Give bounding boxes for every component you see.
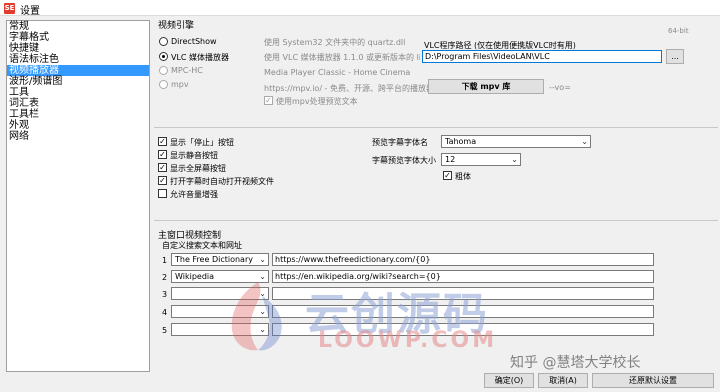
sidebar-item-general[interactable]: 常规 xyxy=(7,21,149,32)
volume-boost-label: 允许音量增强 xyxy=(170,190,218,199)
row-number: 2 xyxy=(162,273,168,282)
mpv-radio[interactable] xyxy=(159,80,168,89)
section-divider xyxy=(154,220,718,221)
bold-checkbox[interactable]: ✓ xyxy=(443,171,452,180)
volume-boost-checkbox[interactable] xyxy=(158,189,167,198)
bitness-label: 64-bit xyxy=(668,27,689,35)
mpv-subtitle-checkbox[interactable]: ✓ xyxy=(264,96,273,105)
row-number: 4 xyxy=(162,308,168,317)
bold-label: 粗体 xyxy=(455,172,471,181)
mpv-description: https://mpv.io/ - 免费、开源、跨平台的播放器 xyxy=(264,84,434,93)
watermark-logo-icon xyxy=(231,282,282,351)
row-number: 5 xyxy=(162,326,168,335)
mpc-hc-radio[interactable] xyxy=(159,66,168,75)
title-bar: SE 设置 xyxy=(0,0,720,17)
sidebar-item-appearance[interactable]: 外观 xyxy=(7,120,149,131)
directshow-label: DirectShow xyxy=(171,37,217,46)
auto-open-video-checkbox[interactable]: ✓ xyxy=(158,176,167,185)
restore-defaults-button[interactable]: 还原默认设置 xyxy=(592,373,714,388)
search-name-value: Wikipedia xyxy=(175,272,215,281)
window-title: 设置 xyxy=(20,6,40,17)
vo-label: --vo= xyxy=(549,83,571,92)
sidebar-item-word-lists[interactable]: 词汇表 xyxy=(7,98,149,109)
sidebar-item-video-player[interactable]: 视频播放器 xyxy=(7,65,149,76)
row-number: 3 xyxy=(162,290,168,299)
row-number: 1 xyxy=(162,256,168,265)
watermark-url: LOOWP.COM xyxy=(318,328,498,353)
font-size-select[interactable]: 12 ⌄ xyxy=(441,153,521,166)
show-fullscreen-button-label: 显示全屏幕按钮 xyxy=(170,164,226,173)
auto-open-video-label: 打开字幕时自动打开视频文件 xyxy=(170,177,274,186)
ok-button[interactable]: 确定(O) xyxy=(484,373,534,388)
mpc-hc-description: Media Player Classic - Home Cinema xyxy=(264,68,411,77)
section-divider xyxy=(154,127,718,128)
show-fullscreen-button-checkbox[interactable]: ✓ xyxy=(158,163,167,172)
vlc-label: VLC 媒体播放器 xyxy=(171,53,230,62)
directshow-description: 使用 System32 文件夹中的 quartz.dll xyxy=(264,38,406,47)
vlc-description: 使用 VLC 媒体播放器 1.1.0 或更新版本的 libvlc xyxy=(264,53,420,62)
settings-sidebar: 常规 字幕格式 快捷键 语法标注色 视频播放器 波形/频谱图 工具 词汇表 工具… xyxy=(6,20,150,372)
sidebar-item-syntax-coloring[interactable]: 语法标注色 xyxy=(7,54,149,65)
download-mpv-button[interactable]: 下载 mpv 库 xyxy=(428,79,544,94)
chevron-down-icon: ⌄ xyxy=(511,155,518,164)
sidebar-item-tools[interactable]: 工具 xyxy=(7,87,149,98)
search-title: 自定义搜索文本和网址 xyxy=(162,241,242,250)
font-size-label: 字幕预览字体大小 xyxy=(372,156,436,165)
sidebar-item-shortcuts[interactable]: 快捷键 xyxy=(7,43,149,54)
search-name-value: The Free Dictionary xyxy=(175,255,253,264)
chevron-down-icon: ⌄ xyxy=(581,137,588,146)
sidebar-item-subtitle-format[interactable]: 字幕格式 xyxy=(7,32,149,43)
vlc-path-input[interactable]: D:\Program Files\VideoLAN\VLC xyxy=(422,50,662,63)
app-icon: SE xyxy=(4,3,15,14)
browse-vlc-button[interactable]: ... xyxy=(666,49,684,64)
directshow-radio[interactable] xyxy=(159,37,168,46)
sidebar-item-network[interactable]: 网络 xyxy=(7,131,149,142)
chevron-down-icon: ⌄ xyxy=(259,255,266,264)
show-stop-button-checkbox[interactable]: ✓ xyxy=(158,137,167,146)
sidebar-item-toolbar[interactable]: 工具栏 xyxy=(7,109,149,120)
font-name-label: 预览字幕字体名 xyxy=(372,138,428,147)
video-engine-title: 视频引擎 xyxy=(158,21,195,31)
font-name-value: Tahoma xyxy=(445,137,477,146)
mpv-label: mpv xyxy=(171,80,189,89)
font-name-select[interactable]: Tahoma ⌄ xyxy=(441,135,591,148)
mpv-subtitle-label: 使用mpv处理预览文本 xyxy=(276,97,358,106)
vlc-radio[interactable] xyxy=(159,52,168,61)
sidebar-item-waveform[interactable]: 波形/频谱图 xyxy=(7,76,149,87)
font-size-value: 12 xyxy=(445,155,456,164)
search-name-select[interactable]: The Free Dictionary ⌄ xyxy=(171,253,269,266)
watermark-author: 知乎 @慧塔大学校长 xyxy=(510,355,641,371)
cancel-button[interactable]: 取消(A) xyxy=(538,373,588,388)
show-mute-button-label: 显示静音按钮 xyxy=(170,151,218,160)
show-stop-button-label: 显示「停止」按钮 xyxy=(170,138,234,147)
search-url-input[interactable]: https://www.thefreedictionary.com/{0} xyxy=(272,253,654,266)
mpc-hc-label: MPC-HC xyxy=(171,66,203,75)
show-mute-button-checkbox[interactable]: ✓ xyxy=(158,150,167,159)
